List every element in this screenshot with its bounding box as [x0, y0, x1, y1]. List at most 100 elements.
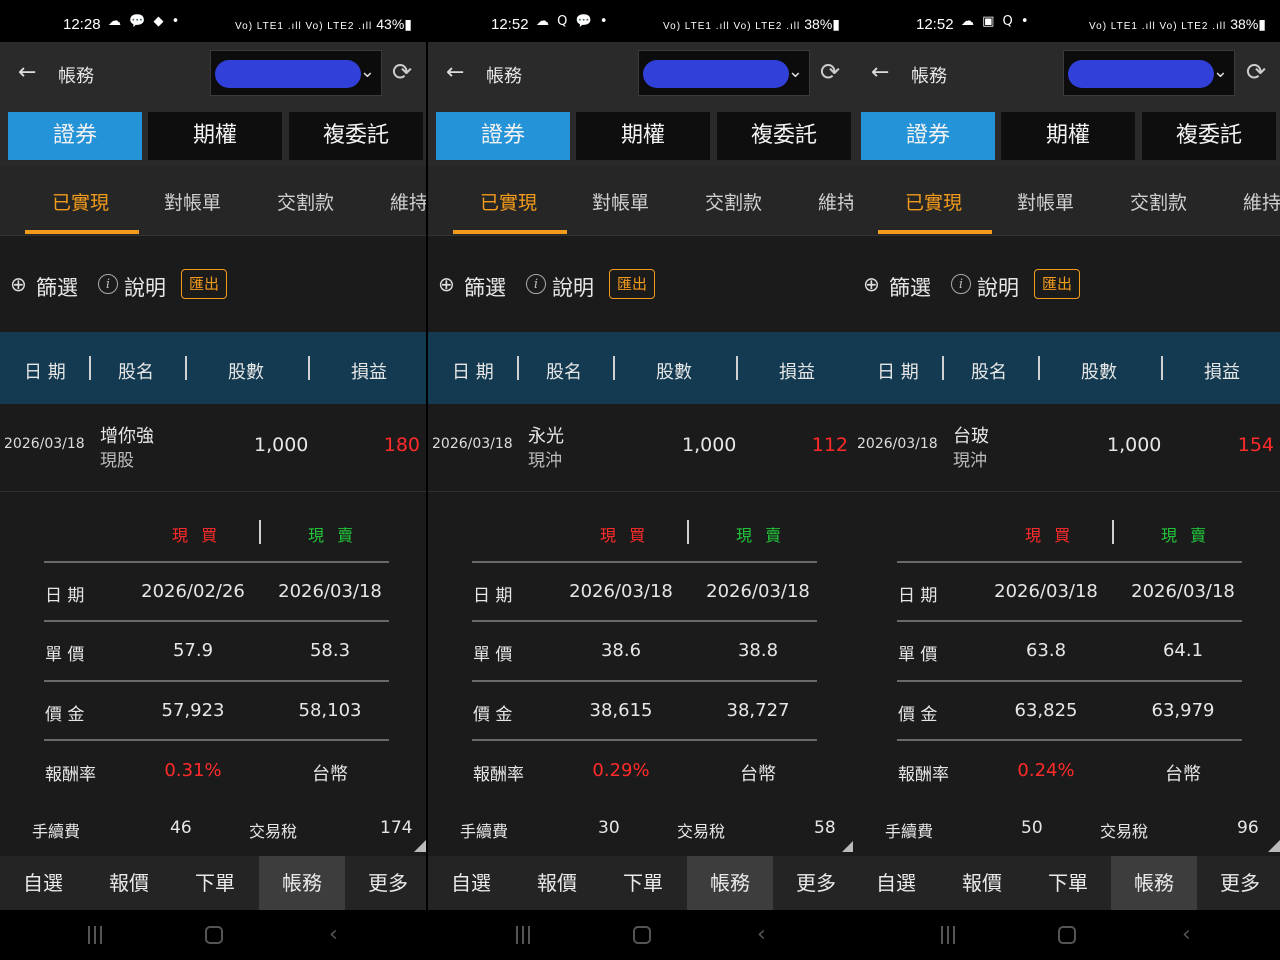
home-icon[interactable]	[1058, 926, 1076, 944]
recent-apps-icon[interactable]	[939, 926, 957, 944]
info-icon[interactable]: i	[526, 274, 546, 294]
sell-amount: 63,979	[1151, 700, 1215, 721]
fee-label: 手續費	[460, 822, 509, 841]
segment-tabs: 證券 期權 複委託	[853, 104, 1280, 166]
col-date: 日 期	[452, 362, 494, 383]
account-select[interactable]: ⌄	[638, 50, 810, 96]
detail-rule	[897, 561, 1242, 563]
row-shares: 1,000	[1107, 434, 1162, 456]
filter-bar: ⊕ 篩選 i 說明 匯出	[0, 236, 426, 332]
table-row[interactable]: 2026/03/18 增你強 現股 1,000 180	[0, 404, 426, 492]
nav-watchlist[interactable]: 自選	[0, 856, 86, 910]
date-label: 日 期	[45, 586, 85, 606]
nav-more[interactable]: 更多	[1197, 856, 1280, 910]
refresh-icon[interactable]: ⟳	[1246, 59, 1272, 85]
tab-settlement[interactable]: 交割款	[705, 188, 762, 215]
info-button[interactable]: 說明	[552, 272, 594, 302]
refresh-icon[interactable]: ⟳	[820, 59, 846, 85]
segment-securities[interactable]: 證券	[436, 112, 570, 160]
account-select[interactable]: ⌄	[1063, 50, 1235, 96]
active-tab-indicator	[453, 230, 567, 234]
table-row[interactable]: 2026/03/18 永光 現沖 1,000 112	[428, 404, 854, 492]
segment-sub-brokerage[interactable]: 複委託	[289, 112, 423, 160]
date-label: 日 期	[898, 586, 938, 606]
info-icon[interactable]: i	[951, 274, 971, 294]
back-arrow-icon[interactable]: ←	[446, 59, 468, 87]
tab-settlement[interactable]: 交割款	[1130, 188, 1187, 215]
nav-quotes[interactable]: 報價	[939, 856, 1025, 910]
status-bar: 12:28 ☁ 💬 ◆ • Vo) LTE1 .ıll Vo) LTE2 .ıl…	[0, 0, 426, 42]
tab-realized[interactable]: 已實現	[480, 188, 537, 215]
filter-button[interactable]: 篩選	[464, 272, 506, 302]
segment-securities[interactable]: 證券	[8, 112, 142, 160]
status-time: 12:52	[916, 16, 954, 33]
back-icon[interactable]: ‹	[757, 922, 766, 947]
tab-realized[interactable]: 已實現	[52, 188, 109, 215]
segment-sub-brokerage[interactable]: 複委託	[1142, 112, 1276, 160]
tab-maintenance[interactable]: 維持	[390, 188, 426, 215]
export-button[interactable]: 匯出	[1034, 269, 1080, 299]
row-date: 2026/03/18	[432, 436, 513, 452]
segment-futures-options[interactable]: 期權	[576, 112, 710, 160]
nav-order[interactable]: 下單	[172, 856, 258, 910]
nav-order[interactable]: 下單	[600, 856, 686, 910]
tab-maintenance[interactable]: 維持	[1243, 188, 1280, 215]
nav-watchlist[interactable]: 自選	[853, 856, 939, 910]
tab-statement[interactable]: 對帳單	[592, 188, 649, 215]
amount-label: 價 金	[898, 705, 938, 725]
filter-button[interactable]: 篩選	[36, 272, 78, 302]
detail-rule	[897, 680, 1242, 682]
info-button[interactable]: 說明	[124, 272, 166, 302]
segment-futures-options[interactable]: 期權	[1001, 112, 1135, 160]
segment-futures-options[interactable]: 期權	[148, 112, 282, 160]
back-arrow-icon[interactable]: ←	[18, 59, 40, 87]
segment-securities[interactable]: 證券	[861, 112, 995, 160]
nav-accounts[interactable]: 帳務	[1111, 856, 1197, 910]
back-icon[interactable]: ‹	[1182, 922, 1191, 947]
home-icon[interactable]	[633, 926, 651, 944]
detail-divider	[1112, 520, 1114, 544]
back-arrow-icon[interactable]: ←	[871, 59, 893, 87]
info-icon[interactable]: i	[98, 274, 118, 294]
nav-quotes[interactable]: 報價	[86, 856, 172, 910]
col-divider	[1161, 356, 1163, 380]
tab-settlement[interactable]: 交割款	[277, 188, 334, 215]
recent-apps-icon[interactable]	[86, 926, 104, 944]
segment-sub-brokerage[interactable]: 複委託	[717, 112, 851, 160]
return-label: 報酬率	[898, 765, 949, 785]
recent-apps-icon[interactable]	[514, 926, 532, 944]
table-row[interactable]: 2026/03/18 台玻 現沖 1,000 154	[853, 404, 1280, 492]
export-button[interactable]: 匯出	[181, 269, 227, 299]
tab-statement[interactable]: 對帳單	[1017, 188, 1074, 215]
tab-maintenance[interactable]: 維持	[818, 188, 854, 215]
return-label: 報酬率	[45, 765, 96, 785]
buy-price: 63.8	[1025, 640, 1067, 661]
tab-statement[interactable]: 對帳單	[164, 188, 221, 215]
refresh-icon[interactable]: ⟳	[392, 59, 418, 85]
nav-quotes[interactable]: 報價	[514, 856, 600, 910]
export-button[interactable]: 匯出	[609, 269, 655, 299]
home-icon[interactable]	[205, 926, 223, 944]
nav-order[interactable]: 下單	[1025, 856, 1111, 910]
zoom-search-icon[interactable]: ⊕	[10, 272, 27, 296]
battery-icon: ▮	[404, 16, 412, 32]
tax-label: 交易稅	[677, 822, 726, 841]
nav-accounts[interactable]: 帳務	[259, 856, 345, 910]
filter-button[interactable]: 篩選	[889, 272, 931, 302]
tab-realized[interactable]: 已實現	[905, 188, 962, 215]
buy-date: 2026/03/18	[569, 581, 673, 602]
back-icon[interactable]: ‹	[329, 922, 338, 947]
zoom-search-icon[interactable]: ⊕	[438, 272, 455, 296]
battery-level: 43%	[376, 16, 405, 32]
zoom-search-icon[interactable]: ⊕	[863, 272, 880, 296]
account-select[interactable]: ⌄	[210, 50, 382, 96]
buy-date: 2026/02/26	[141, 581, 245, 602]
nav-more[interactable]: 更多	[345, 856, 426, 910]
col-divider	[942, 356, 944, 380]
nav-watchlist[interactable]: 自選	[428, 856, 514, 910]
nav-accounts[interactable]: 帳務	[687, 856, 773, 910]
info-button[interactable]: 說明	[977, 272, 1019, 302]
row-pnl: 112	[811, 434, 848, 456]
detail-divider	[259, 520, 261, 544]
nav-more[interactable]: 更多	[773, 856, 854, 910]
